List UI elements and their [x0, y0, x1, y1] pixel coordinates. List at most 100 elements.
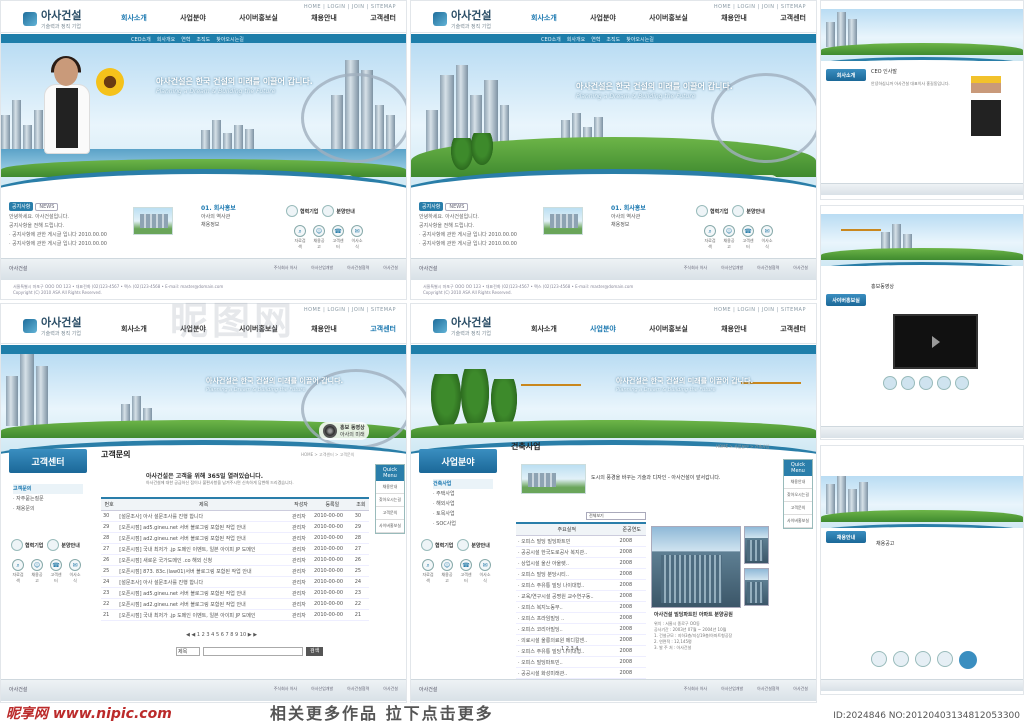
menu-recruit[interactable]: 채용안내: [721, 324, 747, 334]
quick-icon-customer[interactable]: ☎ 고객센터: [741, 225, 755, 250]
sub-link-ceo[interactable]: CEO소개: [131, 36, 151, 43]
footer-link[interactable]: 아사산업개발: [721, 265, 743, 271]
video-player[interactable]: [893, 314, 978, 369]
footer-link[interactable]: 주식회사 아사: [274, 265, 297, 271]
quick-icon-search[interactable]: ⌕ 자료검색: [293, 225, 307, 250]
footer-link[interactable]: 아사건설: [793, 265, 808, 271]
sales-button[interactable]: 분양안내: [457, 539, 490, 551]
post-title[interactable]: [오픈시점] 873. 83c.(law01)서버 블로그링 포함된 작업 안내: [117, 565, 291, 577]
table-row[interactable]: 30 [설문조사] 아사 설문조사를 진행 합니다 관리자 2010-00-00 30: [101, 510, 369, 522]
sub-link-overview[interactable]: 회사개요: [567, 36, 585, 43]
footer-link[interactable]: 아사산업개발: [721, 686, 743, 692]
menu-customer[interactable]: 고객센터: [780, 13, 806, 23]
quick-icon-news[interactable]: ✉ 이사소식: [760, 225, 774, 250]
side-menu-item[interactable]: · 토목사업: [433, 509, 493, 519]
table-row[interactable]: 22 [오픈시점] ad2.gineu.net 서버 블로그링 포함된 작업 안내…: [101, 598, 369, 610]
quick-icon-customer[interactable]: ☎ 고객센터: [49, 559, 63, 584]
menu-customer[interactable]: 고객센터: [780, 324, 806, 334]
quick-menu-item[interactable]: 찾아오시는길: [784, 489, 812, 502]
menu-company[interactable]: 회사소개: [531, 13, 557, 23]
menu-recruit[interactable]: 채용안내: [311, 324, 337, 334]
quick-icon-customer[interactable]: ☎ 고객센터: [331, 225, 345, 250]
news-item[interactable]: · 공지사항에 관한 게시글 입니다 2010.00.00: [9, 240, 119, 247]
quick-icon-news[interactable]: ✉ 이사소식: [478, 559, 492, 584]
news-tag[interactable]: 공지사항: [419, 202, 444, 211]
footer-logo[interactable]: 아사건설: [419, 686, 437, 693]
quick-menu-item[interactable]: 사이버홍보실: [376, 520, 404, 533]
pr-line[interactable]: 채용정보: [611, 222, 629, 228]
table-row[interactable]: · 교육/연구시설 공명원 교수연구동.. 2008: [516, 590, 646, 602]
post-title[interactable]: [설문조사] 아사 설문조사를 진행 합니다: [117, 576, 291, 588]
quick-menu-item[interactable]: 고객문의: [376, 507, 404, 520]
partner-button[interactable]: 협력기업: [421, 539, 453, 551]
post-title[interactable]: [오픈시점] ad5.gineu.net 서버 블로그링 포함된 작업 안내: [117, 587, 291, 599]
util-links[interactable]: HOME | LOGIN | JOIN | SITEMAP: [304, 4, 396, 10]
footer-link[interactable]: 아사건설협력: [347, 265, 369, 271]
sub-link-location[interactable]: 찾아오시는길: [216, 36, 244, 43]
footer-link[interactable]: 아사건설협력: [757, 265, 779, 271]
post-title[interactable]: [오픈시점] 국내 최저가 .jp 도메인 이벤트, 일본 아이피 JP 도메인: [117, 543, 291, 555]
quick-icon-recruit[interactable]: ☺ 채용공고: [722, 225, 736, 250]
sub-link-ceo[interactable]: CEO소개: [541, 36, 561, 43]
table-row[interactable]: · 오피스 빌딩 빌딩파트민 2008: [516, 535, 646, 547]
pr-line[interactable]: 아사의 역사관: [201, 214, 230, 220]
quick-menu-item[interactable]: 고객문의: [784, 502, 812, 515]
news-item[interactable]: 안녕하세요. 아사건설입니다.: [9, 213, 119, 220]
sub-link-location[interactable]: 찾아오시는길: [626, 36, 654, 43]
table-row[interactable]: · 의료시설 울릉의료원 메디칼센.. 2008: [516, 634, 646, 646]
table-row[interactable]: · 오피스 주유통 빌딩 나이대형.. 2008: [516, 645, 646, 657]
news-tag2[interactable]: NEWS: [445, 203, 469, 211]
project-name[interactable]: · 오피스 복지노동부..: [516, 601, 618, 613]
table-row[interactable]: · 공공시설 화성미래관.. 2008: [516, 667, 646, 679]
post-title[interactable]: [오픈시점] ad5.gineu.net 서버 블로그링 포함된 작업 안내: [117, 521, 291, 533]
table-row[interactable]: 23 [오픈시점] ad5.gineu.net 서버 블로그링 포함된 작업 안내…: [101, 587, 369, 599]
menu-customer[interactable]: 고객센터: [370, 13, 396, 23]
table-row[interactable]: 26 [오픈시점] 새로운 국가도메인 .co 해외 신청 관리자 2010-00-0…: [101, 554, 369, 566]
footer-logo[interactable]: 아사건설: [419, 265, 437, 272]
quick-menu-item[interactable]: 채용안내: [784, 476, 812, 489]
news-item[interactable]: · 공지사항에 관한 게시글 입니다 2010.00.00: [9, 231, 119, 238]
project-name[interactable]: · 오피스 빌딩 분당시티..: [516, 568, 618, 580]
table-row[interactable]: · 상업시설 울산 아울렛.. 2008: [516, 557, 646, 569]
logo[interactable]: 아사건설 기술력과 정직 기업: [433, 7, 491, 30]
project-name[interactable]: · 오피스 코리아빌딩..: [516, 623, 618, 635]
news-item[interactable]: · 공지사항에 관한 게시글 입니다 2010.00.00: [419, 240, 529, 247]
sub-link-history[interactable]: 연혁: [181, 36, 190, 43]
search-button[interactable]: 검색: [306, 647, 324, 656]
side-menu-item[interactable]: · 자주묻는질문: [13, 494, 83, 504]
table-row[interactable]: · 오피스 주유통 빌딩 나이대형.. 2008: [516, 579, 646, 591]
table-row[interactable]: 27 [오픈시점] 국내 최저가 .jp 도메인 이벤트, 일본 아이피 JP 도…: [101, 543, 369, 555]
table-row[interactable]: 28 [오픈시점] ad2.gineu.net 서버 블로그링 포함된 작업 안내…: [101, 532, 369, 544]
table-row[interactable]: · 공공시설 한국도로공사 복지관.. 2008: [516, 546, 646, 558]
menu-recruit[interactable]: 채용안내: [311, 13, 337, 23]
menu-cyber-pr[interactable]: 사이버홍보실: [239, 13, 278, 23]
project-name[interactable]: · 공공시설 화성미래관..: [516, 667, 618, 679]
play-icon[interactable]: [931, 335, 940, 348]
video-thumb[interactable]: [901, 376, 915, 390]
project-name[interactable]: · 오피스 주유통 빌딩 나이대형..: [516, 579, 618, 591]
side-menu-item[interactable]: 고객문의: [13, 484, 83, 494]
table-row[interactable]: 29 [오픈시점] ad5.gineu.net 서버 블로그링 포함된 작업 안내…: [101, 521, 369, 533]
quick-icon-search[interactable]: ⌕ 자료검색: [421, 559, 435, 584]
menu-company[interactable]: 회사소개: [121, 324, 147, 334]
quick-menu-item[interactable]: 채용안내: [376, 481, 404, 494]
partner-button[interactable]: 협력기업: [696, 205, 728, 217]
news-tag2[interactable]: NEWS: [35, 203, 59, 211]
project-name[interactable]: · 오피스 프라임빌딩 ..: [516, 612, 618, 624]
project-name[interactable]: · 오피스 빌딩 빌딩파트민: [516, 535, 618, 547]
post-title[interactable]: [오픈시점] ad2.gineu.net 서버 블로그링 포함된 작업 안내: [117, 532, 291, 544]
side-menu-item[interactable]: · 주택사업: [433, 489, 493, 499]
util-links[interactable]: HOME | LOGIN | JOIN | SITEMAP: [304, 307, 396, 313]
video-thumb[interactable]: [919, 376, 933, 390]
footer-link[interactable]: 아사건설: [383, 686, 398, 692]
table-row[interactable]: 24 [설문조사] 아사 설문조사를 진행 합니다 관리자 2010-00-00 24: [101, 576, 369, 588]
video-thumb[interactable]: [883, 376, 897, 390]
news-item[interactable]: 공지사항을 전해 드립니다.: [9, 222, 119, 229]
menu-customer[interactable]: 고객센터: [370, 324, 396, 334]
util-links[interactable]: HOME | LOGIN | JOIN | SITEMAP: [714, 307, 806, 313]
quick-menu-item[interactable]: 찾아오시는길: [376, 494, 404, 507]
quick-icon-news[interactable]: ✉ 이사소식: [350, 225, 364, 250]
table-row[interactable]: · 오피스 빌딩 분당시티.. 2008: [516, 568, 646, 580]
promo-video-button[interactable]: 홍보 동영상아사의 미래: [319, 422, 369, 440]
menu-recruit[interactable]: 채용안내: [721, 13, 747, 23]
